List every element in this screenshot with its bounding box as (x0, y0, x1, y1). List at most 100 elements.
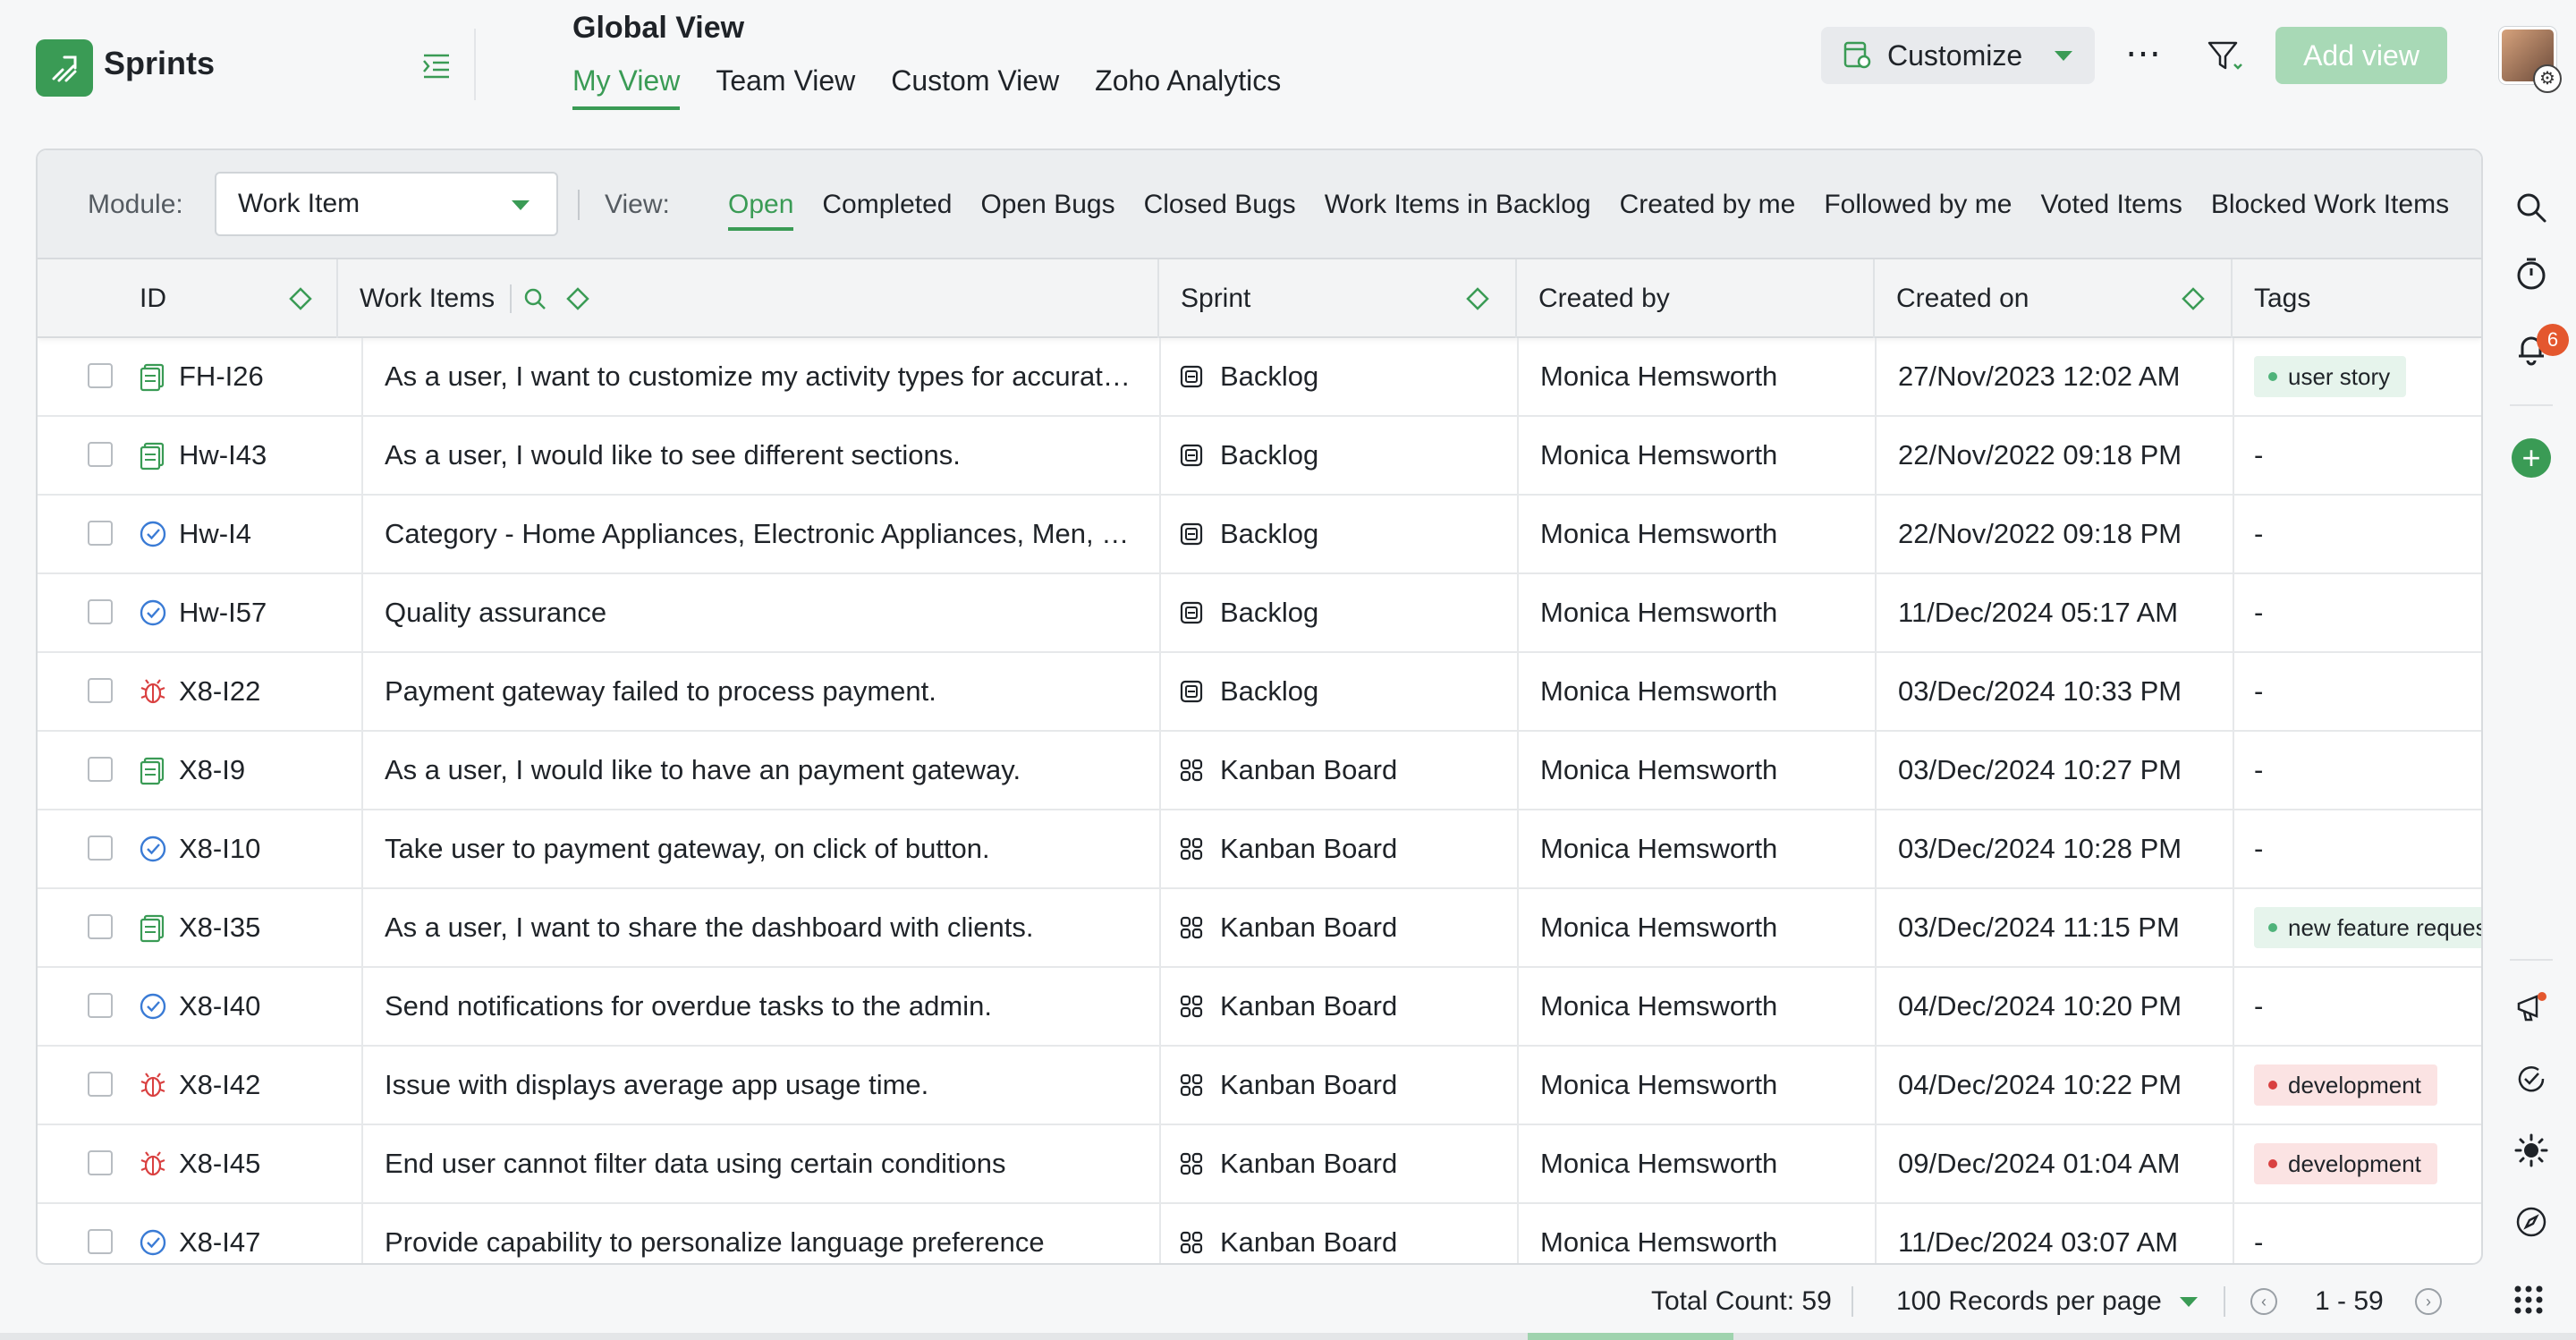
work-item-id[interactable]: X8-I40 (179, 968, 260, 1045)
table-row[interactable]: X8-I47 Provide capability to personalize … (38, 1204, 2481, 1263)
search-icon[interactable] (2513, 190, 2549, 225)
column-header-sprint[interactable]: Sprint (1159, 259, 1517, 338)
column-header-work-items[interactable]: Work Items (338, 259, 1159, 338)
work-item-title[interactable]: Provide capability to personalize langua… (361, 1204, 1156, 1263)
table-row[interactable]: Hw-I4 Category - Home Appliances, Electro… (38, 496, 2481, 574)
table-row[interactable]: X8-I9 As a user, I would like to have an … (38, 732, 2481, 810)
row-checkbox[interactable] (88, 599, 113, 624)
sort-icon[interactable] (2181, 286, 2206, 311)
more-options-icon[interactable]: ⋯ (2125, 36, 2163, 72)
work-item-id[interactable]: X8-I35 (179, 889, 260, 966)
work-item-title[interactable]: Issue with displays average app usage ti… (361, 1047, 1156, 1124)
next-page-icon[interactable]: › (2415, 1288, 2442, 1315)
view-filter-followed-by-me[interactable]: Followed by me (1824, 190, 2012, 231)
work-item-id[interactable]: Hw-I43 (179, 417, 267, 494)
work-item-id[interactable]: X8-I42 (179, 1047, 260, 1124)
row-checkbox[interactable] (88, 678, 113, 703)
sprint-cell[interactable]: Backlog (1159, 338, 1517, 415)
table-row[interactable]: Hw-I57 Quality assurance Backlog Monica Hem… (38, 574, 2481, 653)
column-header-tags[interactable]: Tags (2233, 259, 2481, 338)
sprint-cell[interactable]: Kanban Board (1159, 1125, 1517, 1202)
table-row[interactable]: FH-I26 As a user, I want to customize my … (38, 338, 2481, 417)
tab-custom-view[interactable]: Custom View (891, 64, 1059, 110)
compass-icon[interactable] (2513, 1204, 2549, 1240)
table-row[interactable]: X8-I10 Take user to payment gateway, on c… (38, 810, 2481, 889)
table-row[interactable]: X8-I42 Issue with displays average app us… (38, 1047, 2481, 1125)
row-checkbox[interactable] (88, 442, 113, 467)
view-filter-open[interactable]: Open (728, 190, 794, 231)
work-item-title[interactable]: Send notifications for overdue tasks to … (361, 968, 1156, 1045)
module-select[interactable]: Work Item (215, 172, 558, 236)
horizontal-scrollbar[interactable] (0, 1333, 2576, 1340)
customize-button[interactable]: Customize (1821, 27, 2095, 84)
row-checkbox[interactable] (88, 757, 113, 782)
sort-icon[interactable] (1465, 286, 1490, 311)
tag-badge[interactable]: development (2254, 1064, 2437, 1106)
sync-check-icon[interactable] (2513, 1061, 2549, 1097)
view-filter-backlog-items[interactable]: Work Items in Backlog (1325, 190, 1591, 231)
tab-my-view[interactable]: My View (572, 64, 681, 110)
row-checkbox[interactable] (88, 993, 113, 1018)
work-item-title[interactable]: Quality assurance (361, 574, 1156, 651)
add-icon[interactable]: + (2512, 438, 2551, 478)
tag-badge[interactable]: user story (2254, 356, 2407, 397)
work-item-title[interactable]: End user cannot filter data using certai… (361, 1125, 1156, 1202)
sprint-cell[interactable]: Backlog (1159, 496, 1517, 572)
records-per-page-select[interactable]: 100 Records per page (1896, 1286, 2198, 1317)
sprint-cell[interactable]: Kanban Board (1159, 889, 1517, 966)
sprint-cell[interactable]: Kanban Board (1159, 1047, 1517, 1124)
work-item-title[interactable]: As a user, I want to share the dashboard… (361, 889, 1156, 966)
sprints-logo-icon[interactable] (36, 39, 93, 97)
sort-icon[interactable] (288, 286, 313, 311)
row-checkbox[interactable] (88, 914, 113, 939)
tab-zoho-analytics[interactable]: Zoho Analytics (1095, 64, 1281, 110)
table-row[interactable]: X8-I40 Send notifications for overdue tas… (38, 968, 2481, 1047)
view-filter-created-by-me[interactable]: Created by me (1620, 190, 1796, 231)
add-view-button[interactable]: Add view (2275, 27, 2447, 84)
work-item-id[interactable]: X8-I10 (179, 810, 260, 887)
search-icon[interactable] (522, 286, 547, 311)
gear-icon[interactable]: ⚙ (2533, 64, 2562, 93)
work-item-title[interactable]: As a user, I would like to see different… (361, 417, 1156, 494)
previous-page-icon[interactable]: ‹ (2250, 1288, 2277, 1315)
view-filter-completed[interactable]: Completed (822, 190, 952, 231)
work-item-id[interactable]: FH-I26 (179, 338, 264, 415)
announcement-icon[interactable] (2513, 989, 2549, 1025)
table-row[interactable]: X8-I45 End user cannot filter data using … (38, 1125, 2481, 1204)
column-header-id[interactable]: ID (38, 259, 338, 338)
row-checkbox[interactable] (88, 1229, 113, 1254)
timer-icon[interactable] (2513, 256, 2549, 292)
sprint-cell[interactable]: Backlog (1159, 653, 1517, 730)
work-item-id[interactable]: X8-I22 (179, 653, 260, 730)
collapse-sidebar-icon[interactable] (420, 50, 453, 82)
row-checkbox[interactable] (88, 521, 113, 546)
work-item-title[interactable]: Payment gateway failed to process paymen… (361, 653, 1156, 730)
sprint-cell[interactable]: Kanban Board (1159, 732, 1517, 809)
work-item-id[interactable]: X8-I9 (179, 732, 245, 809)
apps-grid-icon[interactable] (2513, 1285, 2544, 1315)
tag-badge[interactable]: development (2254, 1143, 2437, 1184)
sprint-cell[interactable]: Backlog (1159, 574, 1517, 651)
view-filter-open-bugs[interactable]: Open Bugs (980, 190, 1114, 231)
theme-sun-icon[interactable] (2513, 1132, 2549, 1168)
work-item-title[interactable]: Take user to payment gateway, on click o… (361, 810, 1156, 887)
view-filter-blocked-items[interactable]: Blocked Work Items (2211, 190, 2449, 231)
work-item-title[interactable]: Category - Home Appliances, Electronic A… (361, 496, 1156, 572)
view-filter-closed-bugs[interactable]: Closed Bugs (1144, 190, 1296, 231)
work-item-id[interactable]: Hw-I4 (179, 496, 251, 572)
column-header-created-on[interactable]: Created on (1875, 259, 2233, 338)
filter-icon[interactable] (2206, 38, 2245, 77)
row-checkbox[interactable] (88, 363, 113, 388)
view-filter-voted-items[interactable]: Voted Items (2040, 190, 2182, 231)
sprint-cell[interactable]: Backlog (1159, 417, 1517, 494)
sprint-cell[interactable]: Kanban Board (1159, 968, 1517, 1045)
column-header-created-by[interactable]: Created by (1517, 259, 1875, 338)
work-item-title[interactable]: As a user, I would like to have an payme… (361, 732, 1156, 809)
scrollbar-thumb[interactable] (1528, 1333, 1733, 1340)
work-item-id[interactable]: X8-I47 (179, 1204, 260, 1263)
row-checkbox[interactable] (88, 1150, 113, 1175)
sprint-cell[interactable]: Kanban Board (1159, 1204, 1517, 1263)
work-item-id[interactable]: Hw-I57 (179, 574, 267, 651)
tab-team-view[interactable]: Team View (716, 64, 855, 110)
work-item-id[interactable]: X8-I45 (179, 1125, 260, 1202)
